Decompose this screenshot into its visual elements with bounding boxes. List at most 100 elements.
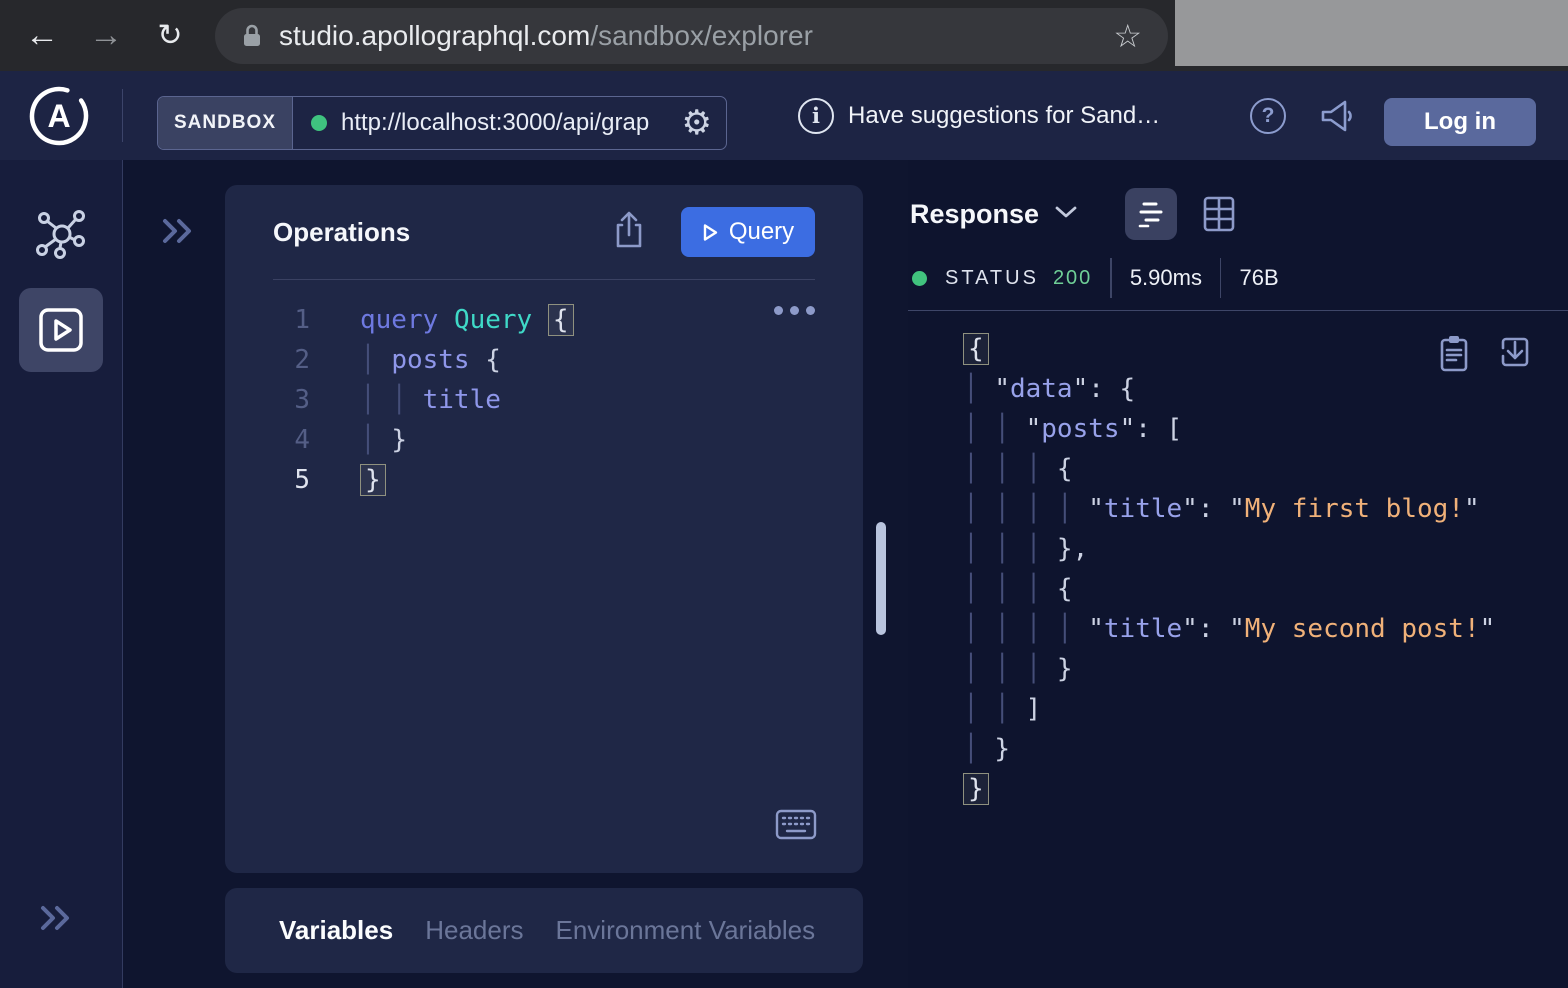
code-line: │ │ │ } [963,649,1568,689]
login-button[interactable]: Log in [1384,98,1536,146]
address-bar[interactable]: studio.apollographql.com/sandbox/explore… [215,8,1168,64]
line-number: 3 [225,380,310,420]
status-success-dot [912,271,927,286]
status-divider [1220,258,1222,298]
connection-status-dot [311,115,327,131]
tab-variables[interactable]: Variables [279,915,393,946]
info-icon-wrap: i [798,71,834,160]
code-content: │ │ │ │ "title": "My first blog!" [963,489,1480,529]
endpoint-settings-gear-icon[interactable]: ⚙ [682,106,712,140]
format-lines-icon [1134,199,1168,229]
operations-collapse-chevrons[interactable] [158,214,198,253]
operation-more-menu-icon[interactable] [774,306,815,315]
help-icon-wrap[interactable]: ? [1250,71,1286,160]
status-divider [1110,258,1112,298]
response-status-row: STATUS 200 5.90ms 76B [908,258,1568,298]
endpoint-url-input[interactable]: http://localhost:3000/api/grap [341,109,676,137]
explorer-play-icon [37,306,85,354]
line-number: 4 [225,420,310,460]
panel-resize-handle[interactable] [876,522,886,635]
run-query-label: Query [729,218,794,246]
operations-title: Operations [273,217,410,248]
operations-header: Operations Query [225,185,863,279]
double-chevron-right-icon [36,901,76,935]
response-panel: Response [908,160,1568,988]
response-json-viewer[interactable]: {│ "data": {│ │ "posts": [│ │ │ {│ │ │ │… [908,311,1568,809]
code-content: │ │ │ { [963,569,1073,609]
code-content: │ } [360,420,407,460]
browser-back-icon[interactable]: ← [10,0,74,71]
response-header: Response [908,160,1568,240]
apollo-sandbox-explorer-window: ← → ↻ studio.apollographql.com/sandbox/e… [0,0,1568,988]
url-text: studio.apollographql.com/sandbox/explore… [279,20,1101,52]
table-view-toggle[interactable] [1201,193,1237,235]
url-path: /sandbox/explorer [590,20,813,51]
code-line: │ │ │ │ "title": "My first blog!" [963,489,1568,529]
code-content: │ } [963,729,1010,769]
code-line: │ │ │ { [963,569,1568,609]
line-number: 5 [225,460,310,500]
response-size: 76B [1239,265,1278,291]
announcements-icon-wrap[interactable] [1318,71,1356,160]
header-divider [122,89,123,142]
apollo-logo[interactable]: A [28,85,90,147]
app-header: A SANDBOX http://localhost:3000/api/grap… [0,71,1568,160]
main-area: Operations Query 1query Query {2│ pos [0,160,1568,988]
code-content: │ │ title [360,380,501,420]
code-line: │ │ │ }, [963,529,1568,569]
endpoint-group: SANDBOX http://localhost:3000/api/grap ⚙ [157,96,727,150]
code-line: │ │ ] [963,689,1568,729]
share-operation-icon[interactable] [611,210,647,255]
response-time: 5.90ms [1130,265,1202,291]
code-content: │ │ "posts": [ [963,409,1182,449]
line-number: 2 [225,340,310,380]
table-grid-icon [1201,193,1237,235]
sidebar-expand-chevrons[interactable] [36,901,76,940]
code-content: │ │ │ { [963,449,1073,489]
run-query-button[interactable]: Query [681,207,815,257]
sandbox-badge[interactable]: SANDBOX [158,97,293,149]
keyboard-shortcuts-icon[interactable] [775,809,817,845]
copy-clipboard-icon[interactable] [1438,334,1470,374]
bookmark-star-icon[interactable]: ☆ [1113,17,1142,55]
code-content: │ posts { [360,340,501,380]
code-line: } [963,769,1568,809]
browser-chrome: ← → ↻ studio.apollographql.com/sandbox/e… [0,0,1568,71]
info-icon: i [798,98,834,134]
tab-environment-variables[interactable]: Environment Variables [555,915,815,946]
code-content: │ │ │ │ "title": "My second post!" [963,609,1495,649]
sidebar-schema-button[interactable] [33,205,90,262]
endpoint-segment: http://localhost:3000/api/grap ⚙ [293,97,726,149]
play-icon [702,223,719,242]
code-line: 5} [225,460,863,500]
status-label: STATUS [945,267,1039,290]
code-line: 4 │ } [225,420,863,460]
response-dropdown-chevron[interactable] [1053,203,1079,226]
code-line: │ } [963,729,1568,769]
pretty-print-toggle-active[interactable] [1125,188,1177,240]
code-content: │ │ │ } [963,649,1073,689]
url-host: studio.apollographql.com [279,20,590,51]
operations-panel: Operations Query 1query Query {2│ pos [225,185,863,873]
query-editor[interactable]: 1query Query {2 │ posts { 3 │ │ title 4 │ }5} [225,280,863,500]
code-line: │ │ "posts": [ [963,409,1568,449]
code-line: │ │ │ { [963,449,1568,489]
help-icon: ? [1250,98,1286,134]
code-content: │ │ │ }, [963,529,1088,569]
lock-icon [241,22,263,50]
code-line: │ "data": { [963,369,1568,409]
megaphone-icon [1318,99,1356,133]
suggestion-banner-text[interactable]: Have suggestions for Sand… [848,71,1160,160]
code-line: 2 │ posts { [225,340,863,380]
tab-headers[interactable]: Headers [425,915,523,946]
response-tools [1438,334,1532,374]
browser-reload-icon[interactable]: ↻ [138,0,202,71]
variables-tabs-panel: Variables Headers Environment Variables [225,888,863,973]
download-response-icon[interactable] [1498,334,1532,370]
code-content: │ "data": { [963,369,1135,409]
sidebar-explorer-button-active[interactable] [19,288,103,372]
browser-tab-strip-area [1175,0,1568,66]
browser-forward-icon[interactable]: → [74,0,138,71]
apollo-logo-letter: A [28,85,90,147]
code-line: 1query Query { [225,300,863,340]
